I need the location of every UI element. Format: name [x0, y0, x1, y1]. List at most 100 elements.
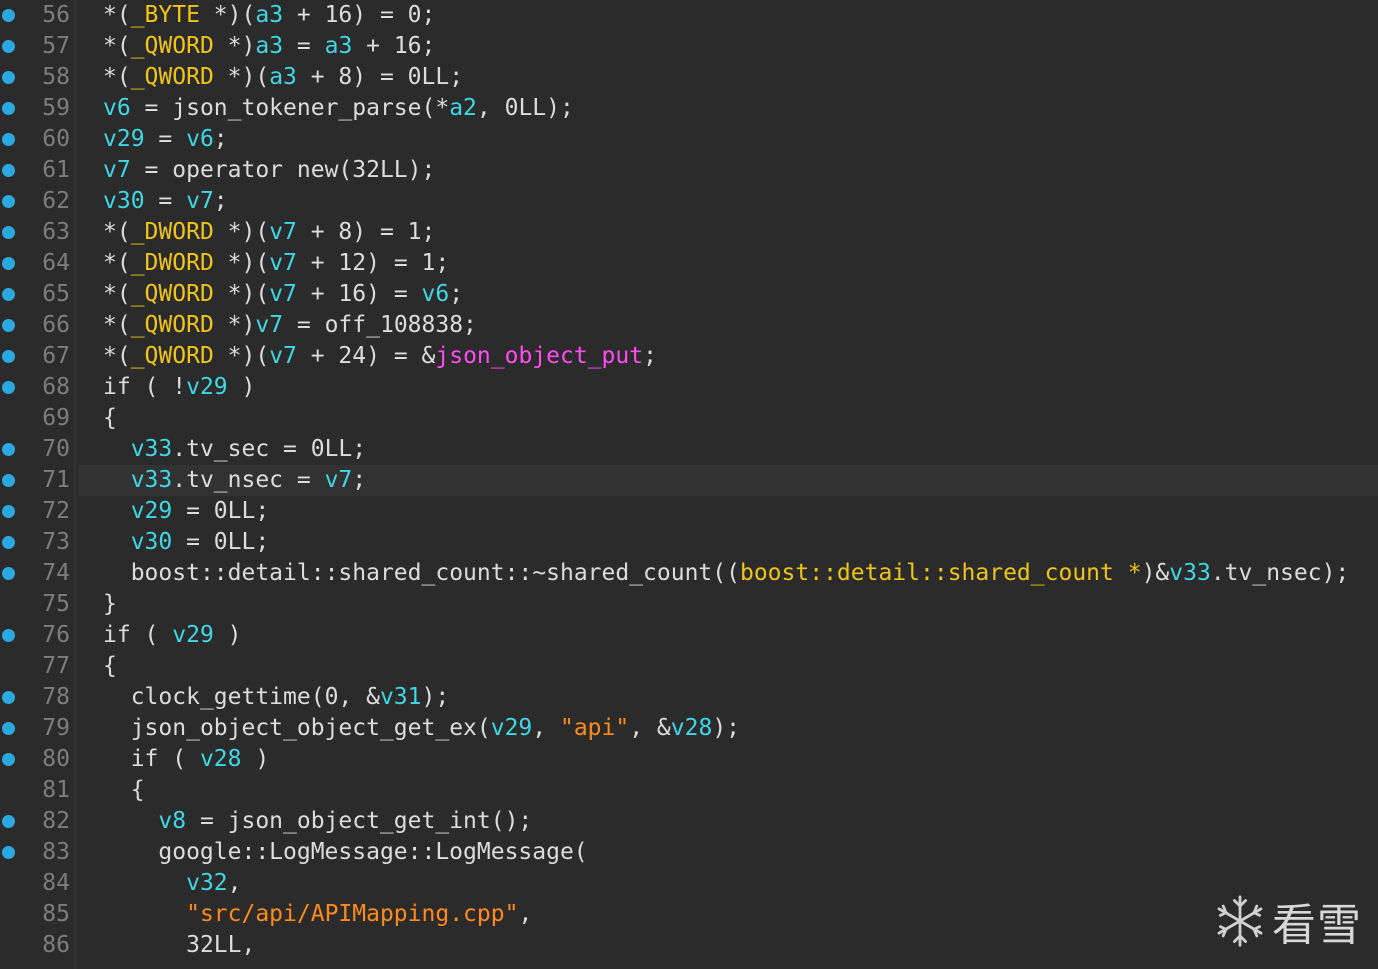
- code-token-type: _DWORD: [130, 250, 214, 276]
- breakpoint-dot-icon[interactable]: [2, 474, 15, 487]
- code-line[interactable]: 75}: [0, 589, 1378, 620]
- code-line[interactable]: 84 v32,: [0, 868, 1378, 899]
- code-line[interactable]: 63 *(_DWORD *)(v7 + 8) = 1;: [0, 217, 1378, 248]
- code-line[interactable]: 85 "src/api/APIMapping.cpp",: [0, 899, 1378, 930]
- breakpoint-dot-icon[interactable]: [2, 536, 15, 549]
- breakpoint-dot-icon[interactable]: [2, 133, 15, 146]
- line-number: 85: [42, 901, 70, 927]
- code-line[interactable]: 78 clock_gettime(0, &v31);: [0, 682, 1378, 713]
- code-line[interactable]: 71 v33.tv_nsec = v7;: [0, 465, 1378, 496]
- breakpoint-dot-icon[interactable]: [2, 443, 15, 456]
- breakpoint-dot-icon[interactable]: [2, 381, 15, 394]
- code-text[interactable]: v29 = 0LL;: [78, 496, 1378, 527]
- breakpoint-dot-icon[interactable]: [2, 629, 15, 642]
- code-text[interactable]: *(_QWORD *)(v7 + 24) = &json_object_put;: [78, 341, 1378, 372]
- breakpoint-dot-icon[interactable]: [2, 350, 15, 363]
- code-line[interactable]: 79 json_object_object_get_ex(v29, "api",…: [0, 713, 1378, 744]
- code-line[interactable]: 58 *(_QWORD *)(a3 + 8) = 0LL;: [0, 62, 1378, 93]
- code-token-var: v28: [199, 746, 242, 772]
- code-line[interactable]: 61 v7 = operator new(32LL);: [0, 155, 1378, 186]
- code-text[interactable]: v33.tv_sec = 0LL;: [78, 434, 1378, 465]
- code-line[interactable]: 62 v30 = v7;: [0, 186, 1378, 217]
- code-text[interactable]: v30 = 0LL;: [78, 527, 1378, 558]
- code-line[interactable]: 60 v29 = v6;: [0, 124, 1378, 155]
- pseudocode-editor[interactable]: 56 *(_BYTE *)(a3 + 16) = 0; 57 *(_QWORD *)a…: [0, 0, 1378, 969]
- code-text[interactable]: v7 = operator new(32LL);: [78, 155, 1378, 186]
- breakpoint-dot-icon[interactable]: [2, 71, 15, 84]
- code-text[interactable]: google::LogMessage::LogMessage(: [78, 837, 1378, 868]
- code-line[interactable]: 86 32LL,: [0, 930, 1378, 961]
- code-token-var: v7: [103, 157, 131, 183]
- breakpoint-dot-icon[interactable]: [2, 722, 15, 735]
- code-text[interactable]: "src/api/APIMapping.cpp",: [78, 899, 1378, 930]
- code-text[interactable]: {: [78, 775, 1378, 806]
- code-line[interactable]: 80 if ( v28 ): [0, 744, 1378, 775]
- breakpoint-dot-icon[interactable]: [2, 288, 15, 301]
- code-text[interactable]: *(_BYTE *)(a3 + 16) = 0;: [78, 0, 1378, 31]
- code-text[interactable]: clock_gettime(0, &v31);: [78, 682, 1378, 713]
- breakpoint-dot-icon[interactable]: [2, 102, 15, 115]
- code-line[interactable]: 67 *(_QWORD *)(v7 + 24) = &json_object_pu…: [0, 341, 1378, 372]
- code-text[interactable]: v29 = v6;: [78, 124, 1378, 155]
- code-text[interactable]: v33.tv_nsec = v7;: [78, 465, 1378, 496]
- code-line[interactable]: 77 {: [0, 651, 1378, 682]
- code-token-default: , 0LL);: [476, 95, 574, 121]
- code-line[interactable]: 59 v6 = json_tokener_parse(*a2, 0LL);: [0, 93, 1378, 124]
- code-text[interactable]: if ( !v29 ): [78, 372, 1378, 403]
- code-text[interactable]: 32LL,: [78, 930, 1378, 961]
- code-text[interactable]: json_object_object_get_ex(v29, "api", &v…: [78, 713, 1378, 744]
- code-line[interactable]: 56 *(_BYTE *)(a3 + 16) = 0;: [0, 0, 1378, 31]
- code-line[interactable]: 66 *(_QWORD *)v7 = off_108838;: [0, 310, 1378, 341]
- code-line[interactable]: 73 v30 = 0LL;: [0, 527, 1378, 558]
- code-text[interactable]: {: [78, 651, 1378, 682]
- breakpoint-dot-icon[interactable]: [2, 846, 15, 859]
- breakpoint-dot-icon[interactable]: [2, 164, 15, 177]
- line-number: 86: [42, 932, 70, 958]
- breakpoint-dot-icon[interactable]: [2, 691, 15, 704]
- code-line[interactable]: 76 if ( v29 ): [0, 620, 1378, 651]
- code-line[interactable]: 82 v8 = json_object_get_int();: [0, 806, 1378, 837]
- code-line[interactable]: 69 {: [0, 403, 1378, 434]
- code-text[interactable]: if ( v29 ): [78, 620, 1378, 651]
- breakpoint-dot-icon[interactable]: [2, 505, 15, 518]
- line-number: 72: [42, 498, 70, 524]
- code-text[interactable]: }: [78, 589, 1378, 620]
- line-number: 59: [42, 95, 70, 121]
- code-text[interactable]: v8 = json_object_get_int();: [78, 806, 1378, 837]
- code-text[interactable]: *(_QWORD *)a3 = a3 + 16;: [78, 31, 1378, 62]
- breakpoint-dot-icon[interactable]: [2, 319, 15, 332]
- breakpoint-dot-icon[interactable]: [2, 9, 15, 22]
- code-token-default: + 16) = 0;: [283, 2, 436, 28]
- code-text[interactable]: {: [78, 403, 1378, 434]
- line-number: 83: [42, 839, 70, 865]
- breakpoint-dot-icon[interactable]: [2, 753, 15, 766]
- code-line[interactable]: 65 *(_QWORD *)(v7 + 16) = v6;: [0, 279, 1378, 310]
- code-text[interactable]: boost::detail::shared_count::~shared_cou…: [78, 558, 1378, 589]
- code-text[interactable]: *(_DWORD *)(v7 + 12) = 1;: [78, 248, 1378, 279]
- code-token-default: + 16;: [352, 33, 436, 59]
- code-token-default: {: [130, 777, 145, 803]
- code-text[interactable]: *(_QWORD *)v7 = off_108838;: [78, 310, 1378, 341]
- code-text[interactable]: *(_QWORD *)(a3 + 8) = 0LL;: [78, 62, 1378, 93]
- breakpoint-dot-icon[interactable]: [2, 567, 15, 580]
- code-text[interactable]: v32,: [78, 868, 1378, 899]
- code-line[interactable]: 81 {: [0, 775, 1378, 806]
- code-line[interactable]: 64 *(_DWORD *)(v7 + 12) = 1;: [0, 248, 1378, 279]
- code-line[interactable]: 83 google::LogMessage::LogMessage(: [0, 837, 1378, 868]
- code-text[interactable]: *(_QWORD *)(v7 + 16) = v6;: [78, 279, 1378, 310]
- code-token-default: + 8) = 0LL;: [296, 64, 464, 90]
- breakpoint-dot-icon[interactable]: [2, 257, 15, 270]
- code-text[interactable]: v30 = v7;: [78, 186, 1378, 217]
- code-line[interactable]: 74 boost::detail::shared_count::~shared_…: [0, 558, 1378, 589]
- code-text[interactable]: v6 = json_tokener_parse(*a2, 0LL);: [78, 93, 1378, 124]
- code-line[interactable]: 70 v33.tv_sec = 0LL;: [0, 434, 1378, 465]
- code-text[interactable]: if ( v28 ): [78, 744, 1378, 775]
- code-line[interactable]: 72 v29 = 0LL;: [0, 496, 1378, 527]
- breakpoint-dot-icon[interactable]: [2, 195, 15, 208]
- code-line[interactable]: 68 if ( !v29 ): [0, 372, 1378, 403]
- breakpoint-dot-icon[interactable]: [2, 226, 15, 239]
- code-text[interactable]: *(_DWORD *)(v7 + 8) = 1;: [78, 217, 1378, 248]
- code-line[interactable]: 57 *(_QWORD *)a3 = a3 + 16;: [0, 31, 1378, 62]
- breakpoint-dot-icon[interactable]: [2, 40, 15, 53]
- breakpoint-dot-icon[interactable]: [2, 815, 15, 828]
